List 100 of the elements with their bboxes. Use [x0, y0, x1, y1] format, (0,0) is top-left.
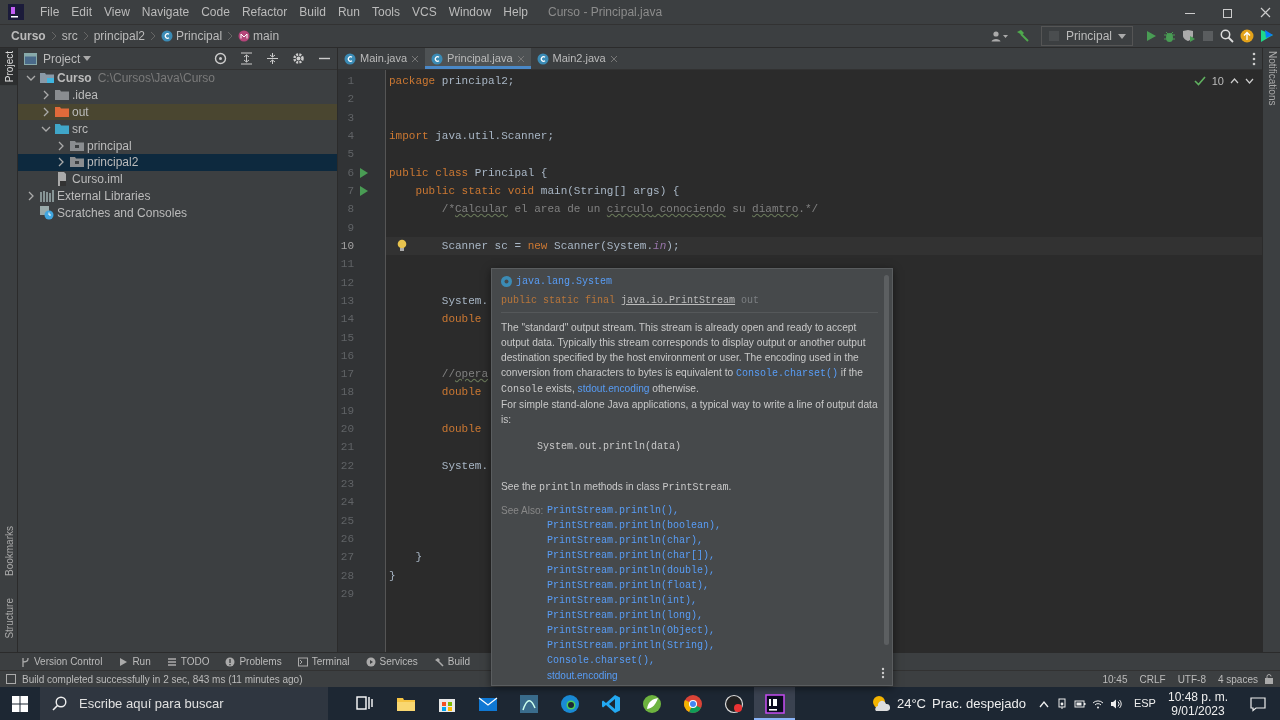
inspection-count[interactable]: 10	[1211, 73, 1224, 90]
menu-item[interactable]: Edit	[65, 3, 99, 21]
menu-item[interactable]: VCS	[405, 3, 443, 21]
menu-item[interactable]: Window	[442, 3, 498, 21]
panel-toggle-icon[interactable]	[6, 674, 16, 684]
search-icon[interactable]	[1220, 29, 1234, 43]
editor-tab[interactable]: Principal.java	[425, 48, 531, 69]
doc-link[interactable]: stdout.encoding	[577, 383, 650, 394]
recorder-icon[interactable]	[723, 693, 744, 714]
breadcrumb[interactable]: Principal	[161, 27, 223, 45]
search-bar[interactable]: Escribe aquí para buscar	[40, 687, 328, 720]
notification-icon[interactable]	[1250, 695, 1266, 712]
leaf-icon[interactable]	[641, 693, 662, 714]
tool-window-tab[interactable]: Bookmarks	[0, 523, 17, 580]
settings-icon[interactable]	[292, 52, 305, 65]
status-item[interactable]: 4 spaces	[1217, 671, 1258, 687]
person-icon[interactable]	[990, 30, 1009, 42]
status-item[interactable]: 10:45	[1102, 671, 1128, 687]
clock-date[interactable]: 9/01/2023	[1171, 703, 1225, 718]
doc-link[interactable]: Console.charset()	[736, 368, 839, 379]
doc-link[interactable]: PrintStream.println(float),	[547, 578, 722, 593]
more-icon[interactable]	[1252, 51, 1256, 66]
breadcrumb[interactable]: principal2	[93, 27, 146, 45]
plugin-logo-icon[interactable]	[1260, 29, 1274, 43]
tree-item[interactable]: .idea	[72, 86, 99, 105]
tool-window-button[interactable]: Terminal	[289, 654, 358, 669]
code-editor-icon[interactable]	[600, 693, 621, 714]
tree-item[interactable]: principal	[87, 136, 132, 155]
breadcrumb[interactable]: src	[61, 27, 78, 45]
tool-window-button[interactable]: Run	[110, 654, 159, 669]
run-config-dropdown[interactable]: Principal	[1040, 26, 1133, 46]
status-item[interactable]: UTF-8	[1177, 671, 1206, 687]
menu-item[interactable]: Refactor	[235, 3, 294, 21]
lock-icon[interactable]	[1264, 674, 1274, 684]
tool-window-button[interactable]: Build	[425, 654, 479, 669]
doc-link[interactable]: PrintStream.println(String),	[547, 638, 722, 653]
intellij-icon[interactable]	[764, 693, 785, 714]
tool-window-tab[interactable]: Structure	[0, 595, 17, 642]
tool-window-button[interactable]: TODO	[158, 654, 218, 669]
tree-item[interactable]: Curso.iml	[72, 170, 123, 189]
tool-window-tab[interactable]: Project	[0, 48, 17, 86]
panel-title[interactable]: Project	[43, 49, 81, 68]
search-field[interactable]: Escribe aquí para buscar	[77, 692, 277, 715]
doc-link[interactable]: PrintStream.println(boolean),	[547, 518, 722, 533]
menu-item[interactable]: Code	[195, 3, 236, 21]
editor-tab[interactable]: Main.java	[338, 48, 426, 69]
tool-window-tab[interactable]: Notifications	[1263, 48, 1280, 109]
breadcrumb[interactable]: Curso	[11, 27, 46, 45]
tree-item[interactable]: principal2	[87, 153, 139, 172]
doc-link[interactable]: PrintStream.println(char[]),	[547, 548, 722, 563]
battery-icon[interactable]	[1073, 697, 1086, 710]
menu-item[interactable]: Build	[293, 3, 332, 21]
bug-icon[interactable]	[1163, 29, 1176, 43]
caret-icon[interactable]	[83, 56, 92, 61]
language-indicator[interactable]: ESP	[1133, 695, 1156, 712]
device-icon[interactable]	[1055, 697, 1068, 710]
doc-link[interactable]: PrintStream.println(long),	[547, 608, 722, 623]
doc-link[interactable]: PrintStream.println(Object),	[547, 623, 722, 638]
menu-item[interactable]: File	[34, 3, 66, 21]
tree-item[interactable]: Scratches and Consoles	[57, 203, 188, 222]
shield-play-icon[interactable]	[1182, 29, 1196, 43]
clock-time[interactable]: 10:48 p. m.	[1167, 689, 1228, 704]
class-name-link[interactable]: java.lang.System	[516, 273, 612, 289]
expand-all-icon[interactable]	[240, 52, 253, 65]
doc-link[interactable]: PrintStream.println(),	[547, 503, 722, 518]
tool-window-button[interactable]: Version Control	[12, 654, 111, 669]
editor-tab[interactable]: Main2.java	[530, 48, 624, 69]
menu-item[interactable]: Tools	[365, 3, 406, 21]
tool-window-button[interactable]: Problems	[217, 654, 290, 669]
tool-window-button[interactable]: Services	[357, 654, 426, 669]
speaker-icon[interactable]	[1109, 697, 1122, 710]
more-icon[interactable]	[881, 667, 885, 679]
wifi-icon[interactable]	[1091, 697, 1104, 710]
status-item[interactable]: CRLF	[1139, 671, 1166, 687]
collapse-all-icon[interactable]	[266, 52, 279, 65]
browser-icon[interactable]	[682, 693, 703, 714]
menu-item[interactable]: View	[98, 3, 136, 21]
edge-icon[interactable]	[559, 693, 580, 714]
code-line: //opera	[441, 368, 489, 381]
doc-link[interactable]: stdout.encoding	[547, 668, 722, 683]
doc-link[interactable]: PrintStream.println(int),	[547, 593, 722, 608]
run-gutter-icon[interactable]	[359, 186, 369, 197]
run-gutter-icon[interactable]	[359, 167, 369, 178]
doc-link[interactable]: PrintStream.println(double),	[547, 563, 722, 578]
menu-item[interactable]: Help	[497, 3, 535, 21]
tree-item[interactable]: src	[72, 119, 88, 138]
lightbulb-icon[interactable]	[397, 238, 407, 252]
tree-item[interactable]: Curso	[57, 69, 92, 88]
play-icon[interactable]	[1145, 30, 1157, 42]
doc-link[interactable]: Console.charset(),	[547, 653, 722, 668]
doc-link[interactable]: PrintStream.println(char),	[547, 533, 722, 548]
menu-item[interactable]: Navigate	[135, 3, 196, 21]
type-link[interactable]: java.io.PrintStream	[621, 295, 736, 306]
breadcrumb[interactable]: main	[238, 27, 280, 45]
crosshair-icon[interactable]	[214, 52, 227, 65]
update-icon[interactable]	[1240, 29, 1254, 43]
tree-item[interactable]: External Libraries	[57, 187, 151, 205]
menu-item[interactable]: Run	[331, 3, 366, 21]
tree-item[interactable]: out	[72, 103, 89, 121]
database-app-icon[interactable]	[518, 693, 539, 714]
